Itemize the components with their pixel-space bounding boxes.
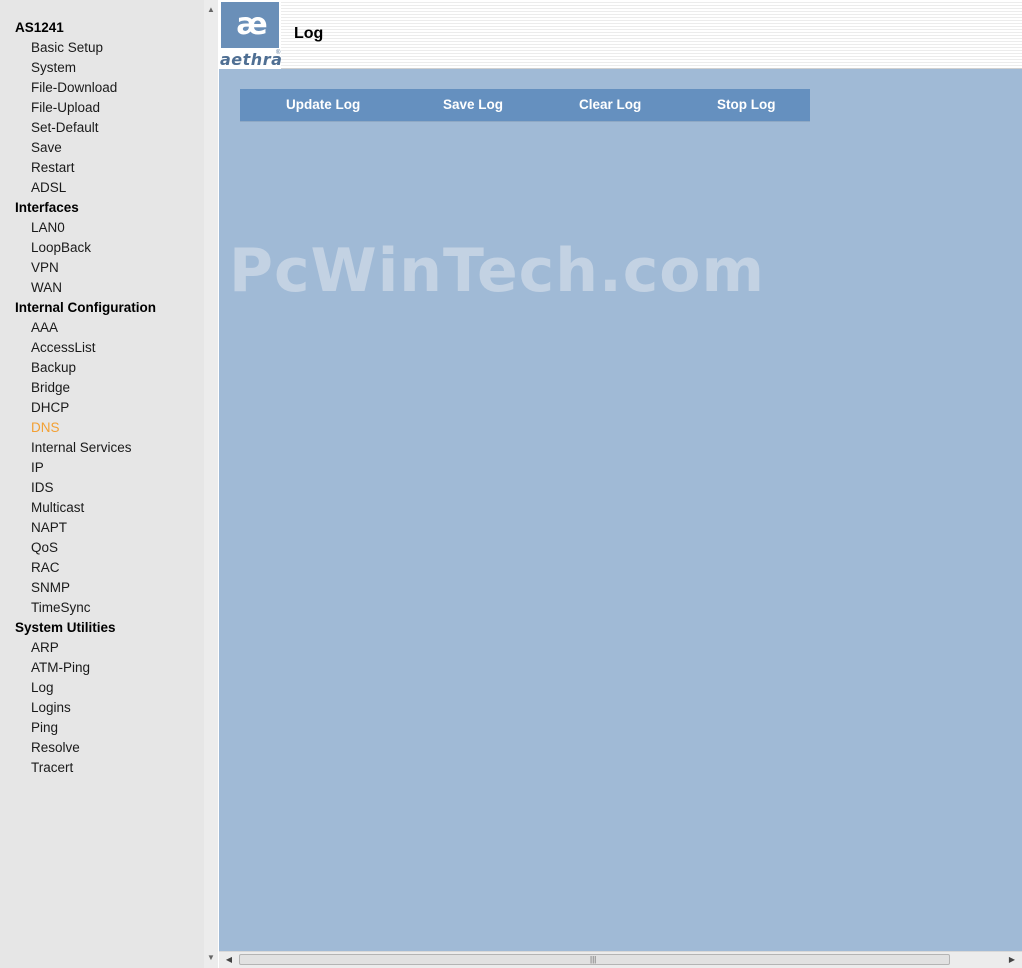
nav-item-save[interactable]: Save [0, 138, 204, 158]
clear-log-button[interactable]: Clear Log [579, 89, 641, 121]
nav-item-backup[interactable]: Backup [0, 358, 204, 378]
nav-item-wan[interactable]: WAN [0, 278, 204, 298]
nav-item-ip[interactable]: IP [0, 458, 204, 478]
save-log-button[interactable]: Save Log [443, 89, 503, 121]
nav-item-aaa[interactable]: AAA [0, 318, 204, 338]
nav-item-dhcp[interactable]: DHCP [0, 398, 204, 418]
vertical-scrollbar[interactable]: ▲ ▼ [204, 0, 218, 968]
page-title: Log [294, 25, 324, 42]
nav-item-napt[interactable]: NAPT [0, 518, 204, 538]
nav-item-multicast[interactable]: Multicast [0, 498, 204, 518]
stop-log-button[interactable]: Stop Log [717, 89, 775, 121]
left-nav-frame: AS1241 Basic Setup System File-Download File… [0, 0, 218, 968]
nav-item-rac[interactable]: RAC [0, 558, 204, 578]
nav-item-snmp[interactable]: SNMP [0, 578, 204, 598]
nav-item-internal-services[interactable]: Internal Services [0, 438, 204, 458]
nav-item-basic-setup[interactable]: Basic Setup [0, 38, 204, 58]
nav-section-heading: AS1241 [15, 20, 64, 35]
nav-section-heading: Internal Configuration [15, 300, 156, 315]
nav-item-file-upload[interactable]: File-Upload [0, 98, 204, 118]
nav-item-bridge[interactable]: Bridge [0, 378, 204, 398]
header: æ aethra ® Log [219, 0, 1022, 69]
logo-registered-mark: ® [276, 50, 281, 56]
nav-item-log[interactable]: Log [0, 678, 204, 698]
log-toolbar: Update Log Save Log Clear Log Stop Log [240, 89, 810, 122]
nav-item-dns[interactable]: DNS [0, 418, 204, 438]
nav-item-timesync[interactable]: TimeSync [0, 598, 204, 618]
scroll-down-arrow-icon[interactable]: ▼ [204, 950, 218, 966]
nav-item-vpn[interactable]: VPN [0, 258, 204, 278]
nav-item-atm-ping[interactable]: ATM-Ping [0, 658, 204, 678]
nav-item-tracert[interactable]: Tracert [0, 758, 204, 778]
watermark-text: PcWinTech.com [229, 236, 766, 306]
nav-item-resolve[interactable]: Resolve [0, 738, 204, 758]
nav-item-system[interactable]: System [0, 58, 204, 78]
scroll-left-arrow-icon[interactable]: ◀ [221, 952, 237, 968]
nav-item-set-default[interactable]: Set-Default [0, 118, 204, 138]
nav-item-ids[interactable]: IDS [0, 478, 204, 498]
nav-item-file-download[interactable]: File-Download [0, 78, 204, 98]
nav-section-heading: Interfaces [15, 200, 79, 215]
nav-item-adsl[interactable]: ADSL [0, 178, 204, 198]
nav-item-qos[interactable]: QoS [0, 538, 204, 558]
update-log-button[interactable]: Update Log [286, 89, 360, 121]
horizontal-scroll-thumb[interactable]: ||| [239, 954, 950, 965]
logo-wordmark: aethra [220, 50, 283, 69]
aethra-logo: æ aethra ® [219, 0, 283, 69]
nav-item-ping[interactable]: Ping [0, 718, 204, 738]
horizontal-scrollbar[interactable]: ◀ ||| ▶ [219, 951, 1022, 968]
scroll-up-arrow-icon[interactable]: ▲ [204, 2, 218, 18]
content-area: Update Log Save Log Clear Log Stop Log P… [219, 69, 1022, 951]
nav-item-arp[interactable]: ARP [0, 638, 204, 658]
nav-item-loopback[interactable]: LoopBack [0, 238, 204, 258]
nav-item-accesslist[interactable]: AccessList [0, 338, 204, 358]
nav-item-logins[interactable]: Logins [0, 698, 204, 718]
nav-section-heading: System Utilities [15, 620, 116, 635]
nav-item-restart[interactable]: Restart [0, 158, 204, 178]
nav-tree: AS1241 Basic Setup System File-Download File… [0, 18, 204, 778]
scroll-right-arrow-icon[interactable]: ▶ [1004, 952, 1020, 968]
logo-mark: æ [221, 2, 279, 48]
nav-item-lan0[interactable]: LAN0 [0, 218, 204, 238]
grip-icon: ||| [590, 955, 597, 964]
